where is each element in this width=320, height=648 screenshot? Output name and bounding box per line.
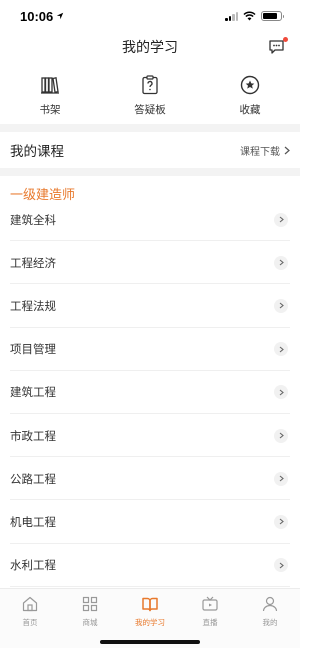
quick-item-favorites[interactable]: 收藏 bbox=[200, 70, 300, 124]
home-indicator bbox=[100, 640, 200, 644]
page-title: 我的学习 bbox=[122, 40, 178, 56]
location-arrow-icon bbox=[57, 12, 64, 20]
status-bar: 10:06 bbox=[0, 0, 300, 32]
quick-label-qa-board: 答疑板 bbox=[134, 104, 166, 116]
course-name: 项目管理 bbox=[10, 342, 56, 357]
course-name: 公路工程 bbox=[10, 471, 56, 486]
tab-home[interactable]: 首页 bbox=[0, 589, 60, 648]
chevron-right-icon bbox=[274, 558, 288, 573]
quick-label-favorites: 收藏 bbox=[239, 104, 261, 116]
chevron-right-icon bbox=[274, 298, 288, 313]
tab-label-live: 直播 bbox=[202, 618, 218, 627]
course-item[interactable]: 机电工程 bbox=[0, 500, 300, 544]
battery-icon bbox=[261, 11, 284, 21]
question-board-icon bbox=[142, 75, 158, 95]
tab-mine[interactable]: 我的 bbox=[240, 589, 300, 648]
course-name: 机电工程 bbox=[10, 514, 56, 529]
divider bbox=[0, 124, 300, 132]
quick-item-bookshelf[interactable]: 书架 bbox=[0, 70, 100, 124]
divider bbox=[0, 168, 300, 176]
my-courses-header: 我的课程 课程下载 bbox=[0, 132, 300, 168]
bookshelf-icon bbox=[41, 77, 59, 94]
tv-icon bbox=[202, 596, 218, 611]
course-item[interactable]: 市政工程 bbox=[0, 414, 300, 458]
course-name: 水利工程 bbox=[10, 558, 56, 573]
course-download-link[interactable]: 课程下载 bbox=[240, 143, 290, 158]
chevron-right-icon bbox=[274, 514, 288, 529]
message-button[interactable] bbox=[268, 37, 288, 55]
wifi-icon bbox=[243, 11, 256, 21]
course-name: 市政工程 bbox=[10, 428, 56, 443]
course-download-label: 课程下载 bbox=[240, 146, 280, 158]
chevron-right-icon bbox=[274, 212, 288, 227]
grid-icon bbox=[82, 596, 98, 612]
status-time: 10:06 bbox=[20, 8, 54, 24]
chevron-right-icon bbox=[274, 385, 288, 400]
chevron-right-icon bbox=[274, 428, 288, 443]
home-icon bbox=[22, 596, 38, 612]
star-icon bbox=[240, 75, 260, 95]
quick-label-bookshelf: 书架 bbox=[39, 104, 61, 116]
course-item[interactable]: 建筑全科 bbox=[0, 198, 300, 242]
chevron-right-icon bbox=[284, 146, 290, 154]
tab-label-mine: 我的 bbox=[262, 618, 278, 627]
my-courses-title: 我的课程 bbox=[10, 144, 64, 160]
tab-label-mall: 商城 bbox=[82, 618, 98, 627]
course-name: 建筑全科 bbox=[10, 212, 56, 227]
tab-label-home: 首页 bbox=[22, 618, 38, 627]
course-item[interactable]: 项目管理 bbox=[0, 328, 300, 371]
open-book-icon bbox=[142, 597, 158, 612]
cellular-signal-icon bbox=[225, 11, 238, 21]
course-list: 建筑全科工程经济工程法规项目管理建筑工程市政工程公路工程机电工程水利工程 bbox=[0, 198, 300, 587]
chevron-right-icon bbox=[274, 342, 288, 357]
course-item[interactable]: 公路工程 bbox=[0, 457, 300, 501]
user-icon bbox=[262, 596, 278, 612]
tab-bar: 首页 商城 我的学习 直播 我的 bbox=[0, 588, 300, 648]
course-item[interactable]: 工程法规 bbox=[0, 284, 300, 328]
chevron-right-icon bbox=[274, 471, 288, 486]
nav-bar: 我的学习 bbox=[0, 32, 300, 62]
course-item[interactable]: 水利工程 bbox=[0, 544, 300, 587]
course-name: 建筑工程 bbox=[10, 385, 56, 400]
course-item[interactable]: 建筑工程 bbox=[0, 371, 300, 415]
course-item[interactable]: 工程经济 bbox=[0, 241, 300, 285]
notification-badge bbox=[283, 37, 288, 42]
chevron-right-icon bbox=[274, 255, 288, 270]
tab-label-my-study: 我的学习 bbox=[135, 618, 165, 627]
quick-item-qa-board[interactable]: 答疑板 bbox=[100, 70, 200, 124]
course-name: 工程法规 bbox=[10, 298, 56, 313]
quick-access-row: 书架 答疑板 收藏 bbox=[0, 70, 300, 124]
course-name: 工程经济 bbox=[10, 255, 56, 270]
